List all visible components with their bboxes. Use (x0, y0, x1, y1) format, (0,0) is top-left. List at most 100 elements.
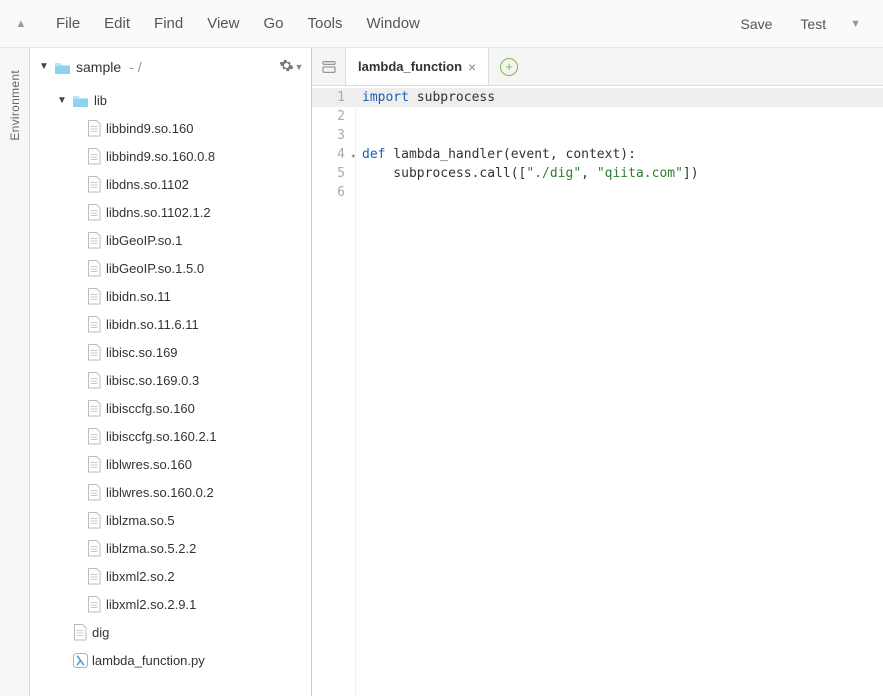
read-only-icon[interactable] (312, 48, 346, 85)
file-icon (86, 539, 102, 557)
file-row[interactable]: libidn.so.11 (34, 282, 307, 310)
main-area: Environment ▼ sample - / ▼ ▼ (0, 48, 883, 696)
file-icon (86, 371, 102, 389)
file-icon (86, 567, 102, 585)
save-button[interactable]: Save (729, 10, 785, 38)
file-lambda-label: lambda_function.py (92, 653, 205, 668)
python-file-icon (72, 651, 88, 669)
menu-go[interactable]: Go (251, 9, 295, 38)
file-label: libisc.so.169 (106, 345, 178, 360)
file-label: liblzma.so.5 (106, 513, 175, 528)
tab-lambda-function[interactable]: lambda_function × (346, 48, 489, 85)
file-row[interactable]: liblzma.so.5.2.2 (34, 534, 307, 562)
root-folder-label: sample (76, 59, 121, 75)
menu-view[interactable]: View (195, 9, 251, 38)
file-row[interactable]: libisccfg.so.160.2.1 (34, 422, 307, 450)
file-row[interactable]: libisccfg.so.160 (34, 394, 307, 422)
file-row[interactable]: libGeoIP.so.1.5.0 (34, 254, 307, 282)
file-tree-panel: ▼ sample - / ▼ ▼ lib (30, 48, 312, 696)
file-row[interactable]: libdns.so.1102.1.2 (34, 198, 307, 226)
file-row[interactable]: libdns.so.1102 (34, 170, 307, 198)
file-lambda-row[interactable]: lambda_function.py (34, 646, 307, 674)
code-line (362, 183, 883, 202)
menu-window[interactable]: Window (355, 9, 432, 38)
line-number: 4▾ (312, 145, 355, 164)
menu-items: File Edit Find View Go Tools Window (44, 9, 432, 38)
file-label: libGeoIP.so.1 (106, 233, 182, 248)
code-editor[interactable]: 1 2 3 4▾ 5 6 import subprocess def lambd… (312, 86, 883, 696)
file-row[interactable]: libisc.so.169 (34, 338, 307, 366)
new-tab-button[interactable]: + (489, 48, 529, 85)
file-icon (86, 175, 102, 193)
twisty-open-icon[interactable]: ▼ (56, 95, 68, 106)
file-icon (86, 315, 102, 333)
code-line: subprocess.call(["./dig", "qiita.com"]) (362, 164, 883, 183)
file-row[interactable]: libxml2.so.2.9.1 (34, 590, 307, 618)
folder-lib-label: lib (94, 93, 107, 108)
line-number: 5 (312, 164, 355, 183)
menu-file[interactable]: File (44, 9, 92, 38)
file-label: libdns.so.1102 (106, 177, 189, 192)
tree-header: ▼ sample - / ▼ (30, 48, 311, 86)
file-icon (86, 511, 102, 529)
file-row[interactable]: liblwres.so.160.0.2 (34, 478, 307, 506)
file-icon (86, 203, 102, 221)
file-label: libidn.so.11 (106, 289, 171, 304)
file-label: libxml2.so.2 (106, 569, 175, 584)
test-dropdown-caret-icon[interactable]: ▼ (842, 12, 869, 36)
root-folder-suffix: - / (129, 59, 141, 75)
menu-edit[interactable]: Edit (92, 9, 142, 38)
file-icon (86, 595, 102, 613)
file-icon (72, 623, 88, 641)
file-label: libisc.so.169.0.3 (106, 373, 199, 388)
file-icon (86, 259, 102, 277)
file-row[interactable]: libisc.so.169.0.3 (34, 366, 307, 394)
settings-button[interactable]: ▼ (279, 55, 303, 79)
code-line (362, 126, 883, 145)
file-row[interactable]: libbind9.so.160.0.8 (34, 142, 307, 170)
file-label: libxml2.so.2.9.1 (106, 597, 196, 612)
file-icon (86, 231, 102, 249)
code-line: def lambda_handler(event, context): (362, 145, 883, 164)
file-icon (86, 483, 102, 501)
twisty-open-icon[interactable]: ▼ (38, 61, 50, 72)
gear-icon (279, 58, 294, 76)
file-row[interactable]: libxml2.so.2 (34, 562, 307, 590)
folder-open-icon (54, 60, 72, 74)
file-label: liblzma.so.5.2.2 (106, 541, 196, 556)
file-row[interactable]: libidn.so.11.6.11 (34, 310, 307, 338)
tree-root-row[interactable]: ▼ sample - / (38, 59, 279, 75)
tab-bar: lambda_function × + (312, 48, 883, 86)
close-icon[interactable]: × (468, 60, 476, 74)
top-right-actions: Save Test ▼ (729, 10, 876, 38)
file-icon (86, 343, 102, 361)
plus-icon: + (500, 58, 518, 76)
tab-title: lambda_function (358, 59, 462, 74)
code-lines[interactable]: import subprocess def lambda_handler(eve… (356, 86, 883, 696)
file-icon (86, 399, 102, 417)
line-number: 3 (312, 126, 355, 145)
menu-tools[interactable]: Tools (295, 9, 354, 38)
file-dig-row[interactable]: dig (34, 618, 307, 646)
left-rail: Environment (0, 48, 30, 696)
menu-find[interactable]: Find (142, 9, 195, 38)
file-label: liblwres.so.160 (106, 457, 192, 472)
chevron-down-icon: ▼ (295, 62, 304, 72)
tree-body: ▼ lib libbind9.so.160libbind9.so.160.0.8… (30, 86, 311, 682)
file-icon (86, 427, 102, 445)
file-icon (86, 147, 102, 165)
editor-panel: lambda_function × + 1 2 3 4▾ 5 6 import … (312, 48, 883, 696)
file-row[interactable]: liblzma.so.5 (34, 506, 307, 534)
file-label: libidn.so.11.6.11 (106, 317, 199, 332)
file-label: libGeoIP.so.1.5.0 (106, 261, 204, 276)
line-number: 2 (312, 107, 355, 126)
file-row[interactable]: libbind9.so.160 (34, 114, 307, 142)
collapse-icon[interactable]: ▲ (8, 18, 34, 30)
environment-tab[interactable]: Environment (8, 70, 22, 141)
file-label: libisccfg.so.160 (106, 401, 195, 416)
file-row[interactable]: liblwres.so.160 (34, 450, 307, 478)
folder-open-icon (72, 93, 90, 107)
test-button[interactable]: Test (788, 10, 838, 38)
file-row[interactable]: libGeoIP.so.1 (34, 226, 307, 254)
folder-lib-row[interactable]: ▼ lib (34, 86, 307, 114)
